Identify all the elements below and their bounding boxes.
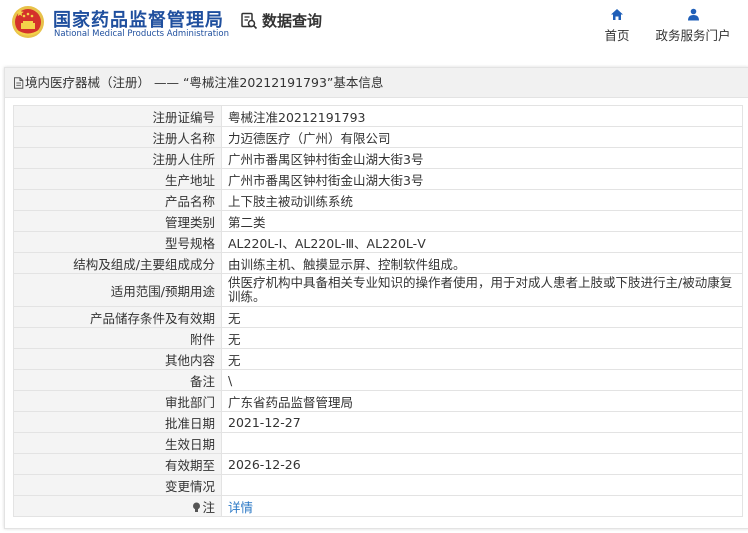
row-label: 产品名称: [13, 189, 222, 211]
row-value: [221, 432, 743, 454]
row-value: 粤械注准20212191793: [221, 105, 743, 127]
row-label: 注册人住所: [13, 147, 222, 169]
row-value: AL220L-Ⅰ、AL220L-Ⅲ、AL220L-Ⅴ: [221, 231, 743, 253]
row-value: 第二类: [221, 210, 743, 232]
table-row: 结构及组成/主要组成成分 由训练主机、触摸显示屏、控制软件组成。: [13, 252, 743, 274]
row-label: 有效期至: [13, 453, 222, 475]
row-label: 审批部门: [13, 390, 222, 412]
home-link-label: 首页: [604, 28, 630, 43]
row-value: 力迈德医疗（广州）有限公司: [221, 126, 743, 148]
row-label: 备注: [13, 369, 222, 391]
page-heading: 数据查询: [240, 10, 322, 31]
page-heading-label: 数据查询: [262, 12, 323, 30]
row-value: 广州市番禺区钟村街金山湖大街3号: [221, 168, 743, 190]
table-row: 注册人名称 力迈德医疗（广州）有限公司: [13, 126, 743, 148]
row-value: \: [221, 369, 743, 391]
row-label: 生产地址: [13, 168, 222, 190]
table-row: 注册证编号 粤械注准20212191793: [13, 105, 743, 127]
table-row: 适用范围/预期用途 供医疗机构中具备相关专业知识的操作者使用，用于对成人患者上肢或…: [13, 273, 743, 307]
row-label: 其他内容: [13, 348, 222, 370]
user-icon: [687, 8, 699, 21]
row-label: 注册证编号: [13, 105, 222, 127]
row-value: 详情: [221, 495, 743, 517]
national-emblem-icon[interactable]: [11, 5, 45, 39]
table-row: 注 详情: [13, 495, 743, 517]
note-label: 注: [202, 499, 215, 515]
row-label: 注: [13, 495, 222, 517]
breadcrumb: 境内医疗器械（注册） —— “粤械注准20212191793”基本信息: [5, 68, 748, 98]
row-value: 无: [221, 306, 743, 328]
table-row: 有效期至 2026-12-26: [13, 453, 743, 475]
lightbulb-icon: [193, 502, 201, 512]
table-row: 批准日期 2021-12-27: [13, 411, 743, 433]
home-icon: [611, 9, 623, 20]
row-label: 批准日期: [13, 411, 222, 433]
row-label: 生效日期: [13, 432, 222, 454]
row-value: 2021-12-27: [221, 411, 743, 433]
table-row: 型号规格 AL220L-Ⅰ、AL220L-Ⅲ、AL220L-Ⅴ: [13, 231, 743, 253]
document-icon: [14, 77, 24, 89]
row-label: 型号规格: [13, 231, 222, 253]
table-row: 变更情况: [13, 474, 743, 496]
detail-card: 境内医疗器械（注册） —— “粤械注准20212191793”基本信息 注册证编…: [4, 67, 748, 529]
row-label: 适用范围/预期用途: [13, 273, 222, 307]
row-value: 广州市番禺区钟村街金山湖大街3号: [221, 147, 743, 169]
table-row: 注册人住所 广州市番禺区钟村街金山湖大街3号: [13, 147, 743, 169]
row-value: [221, 474, 743, 496]
table-row: 其他内容无: [13, 348, 743, 370]
gov-service-link[interactable]: 政务服务门户: [655, 8, 731, 44]
row-label: 注册人名称: [13, 126, 222, 148]
row-value: 无: [221, 348, 743, 370]
home-link[interactable]: 首页: [603, 8, 631, 44]
table-row: 产品名称 上下肢主被动训练系统: [13, 189, 743, 211]
table-row: 生产地址 广州市番禺区钟村街金山湖大街3号: [13, 168, 743, 190]
row-value: 供医疗机构中具备相关专业知识的操作者使用，用于对成人患者上肢或下肢进行主/被动康…: [221, 273, 743, 307]
search-document-icon: [241, 12, 258, 29]
row-value: 广东省药品监督管理局: [221, 390, 743, 412]
table-row: 产品储存条件及有效期无: [13, 306, 743, 328]
gov-service-link-label: 政务服务门户: [655, 28, 731, 43]
site-name-en[interactable]: National Medical Products Administration: [54, 29, 229, 39]
table-row: 备注 \: [13, 369, 743, 391]
row-label: 产品储存条件及有效期: [13, 306, 222, 328]
registration-info-table: 注册证编号 粤械注准20212191793 注册人名称 力迈德医疗（广州）有限公司 …: [13, 105, 743, 517]
row-value: 2026-12-26: [221, 453, 743, 475]
row-label: 管理类别: [13, 210, 222, 232]
row-value: 上下肢主被动训练系统: [221, 189, 743, 211]
table-row: 附件无: [13, 327, 743, 349]
table-row: 审批部门 广东省药品监督管理局: [13, 390, 743, 412]
row-value: 由训练主机、触摸显示屏、控制软件组成。: [221, 252, 743, 274]
breadcrumb-text: 境内医疗器械（注册） —— “粤械注准20212191793”基本信息: [25, 75, 384, 90]
row-label: 附件: [13, 327, 222, 349]
table-row: 生效日期: [13, 432, 743, 454]
row-label: 结构及组成/主要组成成分: [13, 252, 222, 274]
row-label: 变更情况: [13, 474, 222, 496]
table-row: 管理类别 第二类: [13, 210, 743, 232]
site-header: 国家药品监督管理局 National Medical Products Admi…: [0, 0, 748, 56]
details-link[interactable]: 详情: [228, 500, 253, 515]
row-value: 无: [221, 327, 743, 349]
